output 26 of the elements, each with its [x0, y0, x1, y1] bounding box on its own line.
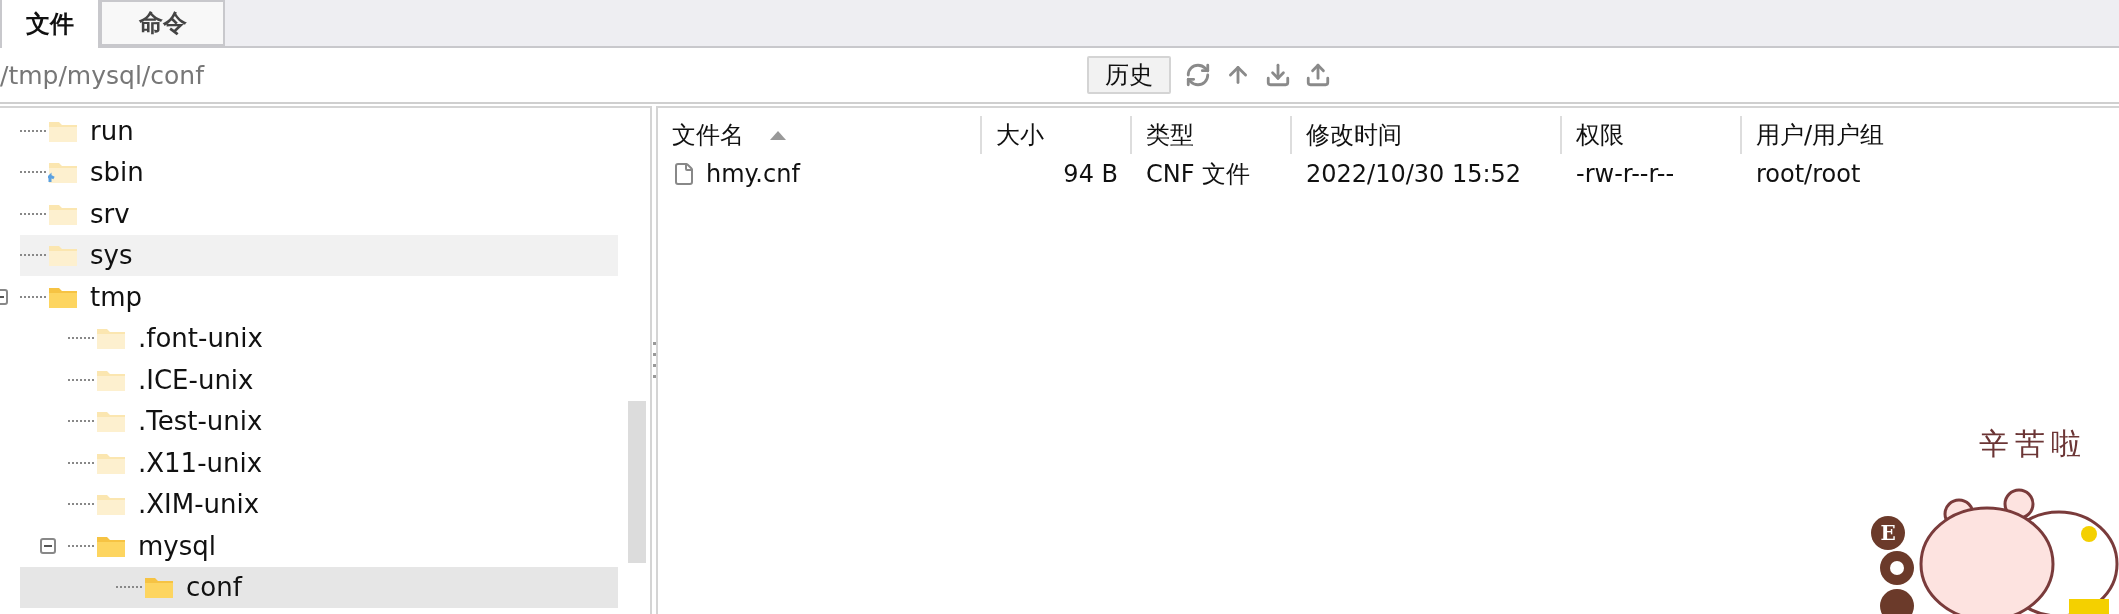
history-button[interactable]: 历史 — [1087, 56, 1171, 94]
column-header[interactable]: 修改时间 — [1292, 116, 1562, 154]
column-header[interactable]: 大小 — [982, 116, 1132, 154]
table-cell-text: 94 B — [1062, 159, 1119, 190]
column-header[interactable]: 类型 — [1132, 116, 1292, 154]
column-header[interactable]: 用户/用户组 — [1742, 116, 2002, 154]
collapse-icon[interactable] — [40, 537, 56, 554]
upload-icon[interactable] — [1305, 62, 1331, 88]
download-icon[interactable] — [1265, 62, 1291, 88]
scrollbar-thumb[interactable] — [628, 401, 646, 563]
column-header[interactable]: 文件名 — [658, 116, 982, 154]
tree-item[interactable]: conf — [20, 566, 618, 608]
table-cell-text: -rw-r--r-- — [1575, 159, 1676, 190]
table-cell-text: root/root — [1755, 159, 1862, 190]
sticker-caption: 辛苦啦 — [1979, 425, 2087, 463]
refresh-icon[interactable] — [1185, 62, 1211, 88]
column-header[interactable]: 权限 — [1562, 116, 1742, 154]
path-text: /tmp/mysql/conf — [0, 60, 206, 90]
file-icon — [672, 162, 696, 186]
sticker-badge: E — [1871, 516, 1905, 550]
tab[interactable]: 文件 — [0, 0, 100, 48]
table-cell: hmy.cnf — [658, 156, 982, 192]
tree-item[interactable]: sys — [20, 234, 618, 276]
table-cell-text: CNF 文件 — [1145, 159, 1252, 190]
tab[interactable]: 命令 — [100, 0, 225, 46]
table-cell-text: 2022/10/30 15:52 — [1305, 159, 1523, 190]
